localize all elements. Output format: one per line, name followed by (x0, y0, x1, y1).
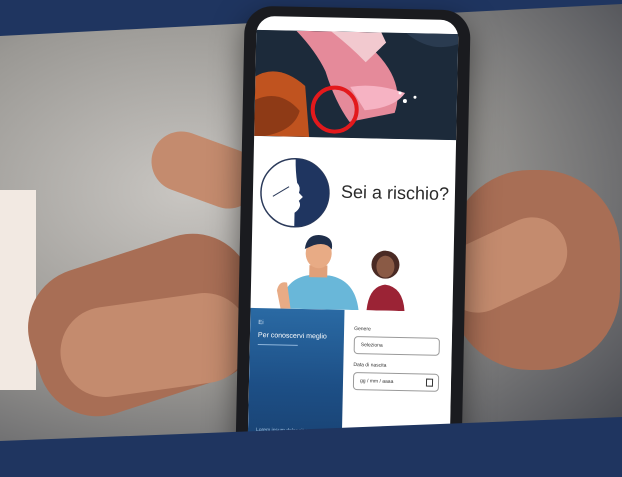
people-illustration (251, 230, 455, 312)
card-title: Per conoscervi meglio (257, 332, 327, 341)
calendar-icon[interactable] (425, 378, 434, 387)
left-accent-panel (0, 190, 36, 390)
face-profile-icon (260, 158, 330, 228)
birthdate-input[interactable]: gg / mm / aaaa (352, 372, 440, 392)
risk-heading: Sei a rischio? (340, 181, 450, 204)
risk-section: Sei a rischio? (252, 150, 456, 234)
people-icon (276, 235, 405, 312)
photo-background: Sei a rischio? Ei Per conoscervi meglio … (0, 0, 622, 477)
smartphone: Sei a rischio? Ei Per conoscervi meglio … (235, 5, 471, 473)
gender-select-value: Seleziona (360, 342, 383, 349)
birthdate-input-value: gg / mm / aaaa (359, 378, 394, 385)
birthdate-field-label: Data di nascita (353, 362, 387, 369)
gender-select[interactable]: Seleziona (353, 336, 440, 356)
gender-field-label: Genere (354, 326, 371, 333)
card-divider (257, 344, 298, 346)
phone-screen: Sei a rischio? Ei Per conoscervi meglio … (247, 15, 459, 465)
throat-anatomy-icon (254, 29, 459, 141)
anatomy-illustration (254, 29, 459, 141)
card-small-label: Ei (258, 320, 264, 327)
